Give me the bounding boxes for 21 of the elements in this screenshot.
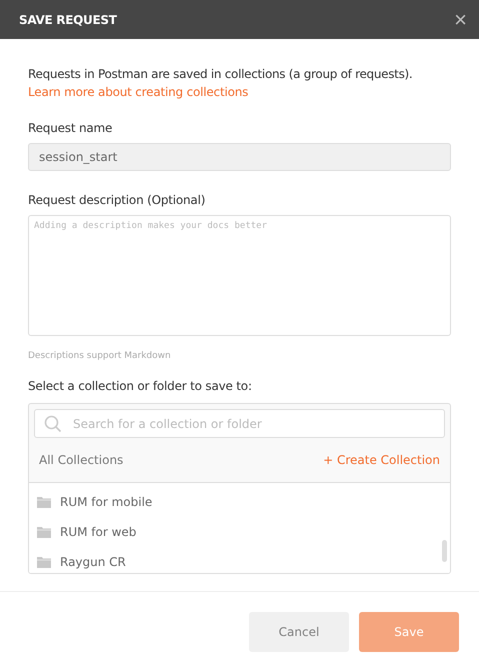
- description-field[interactable]: Adding a description makes your docs better: [28, 215, 451, 336]
- folder-icon: [37, 556, 51, 568]
- section-heading: All Collections: [39, 453, 124, 467]
- dialog-title: SAVE REQUEST: [19, 12, 117, 26]
- collection-item[interactable]: RUM for web: [29, 517, 450, 547]
- close-button[interactable]: ×: [454, 10, 467, 30]
- cancel-button[interactable]: Cancel: [249, 612, 349, 652]
- request-name-field[interactable]: session_start: [28, 143, 451, 171]
- collection-item[interactable]: Raygun CR: [29, 547, 450, 573]
- field-label: Request name: [28, 121, 114, 135]
- intro-text: Requests in Postman are saved in collections (a group of requests).: [28, 67, 414, 81]
- folder-icon: [37, 526, 51, 538]
- learn-more-link[interactable]: Learn more about creating collections: [28, 85, 248, 99]
- field-label: Request description (Optional): [28, 193, 206, 207]
- hint-text: Descriptions support Markdown: [28, 351, 172, 361]
- scrollbar-thumb[interactable]: [442, 540, 447, 562]
- search-field[interactable]: Search for a collection or folder: [34, 409, 445, 438]
- folder-icon: [37, 496, 51, 508]
- create-collection-link[interactable]: + Create Collection: [323, 453, 440, 467]
- field-label: Select a collection or folder to save to:: [28, 379, 253, 393]
- collection-item[interactable]: RUM for mobile: [29, 487, 450, 517]
